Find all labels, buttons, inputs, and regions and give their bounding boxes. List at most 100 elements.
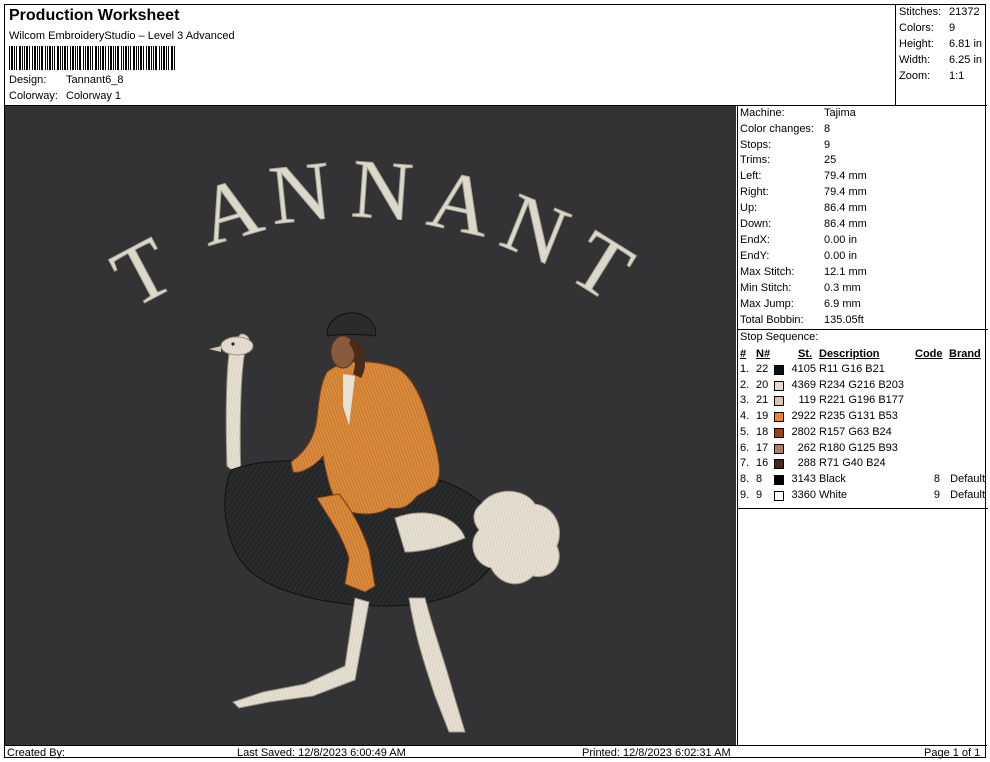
design-row: Design: Tannant6_8 — [9, 74, 124, 86]
info-row: Up: 86.4 mm — [740, 202, 867, 214]
summary-value: 21372 — [949, 6, 980, 18]
rider-hat — [326, 312, 377, 337]
stop-row: 7. 16 288 R71 G40 B24 — [738, 457, 988, 472]
color-swatch — [774, 365, 784, 375]
info-value: 86.4 mm — [824, 218, 867, 230]
stop-row: 2. 20 4369 R234 G216 B203 — [738, 379, 988, 394]
colorway-label: Colorway: — [9, 90, 58, 102]
stop-brand: Default — [950, 472, 985, 485]
info-row: Left: 79.4 mm — [740, 170, 867, 182]
summary-value: 6.81 in — [949, 38, 983, 50]
stop-stitches: 3360 — [791, 488, 816, 501]
info-row: EndY: 0.00 in — [740, 250, 857, 262]
colorway-value: Colorway 1 — [66, 90, 122, 102]
info-value: 25 — [824, 154, 837, 166]
info-value: 12.1 mm — [824, 266, 867, 278]
stop-num: 2. — [740, 378, 750, 391]
stop-row: 3. 21 119 R221 G196 B177 — [738, 394, 988, 409]
stop-num: 1. — [740, 363, 750, 375]
stop-num: 8. — [740, 472, 750, 485]
info-label: EndX: — [740, 234, 770, 246]
info-label: Stops: — [740, 139, 772, 151]
info-value: 79.4 mm — [824, 186, 867, 198]
info-label: Trims: — [740, 154, 771, 166]
stop-num: 7. — [740, 457, 750, 470]
stop-description: R235 G131 B53 — [819, 410, 898, 423]
summary-row: Width: 6.25 in — [899, 54, 982, 66]
summary-box: Stitches: 21372 Colors: 9 Height: 6.81 in W… — [895, 5, 987, 105]
design-text-letter: A — [421, 152, 500, 256]
info-row: Stops: 9 — [740, 139, 830, 151]
stop-needle: 19 — [756, 410, 769, 423]
stop-code: 9 — [933, 488, 940, 501]
info-label: EndY: — [740, 250, 770, 262]
info-row: Machine: Tajima — [740, 107, 856, 119]
info-value: 0.00 in — [824, 250, 858, 262]
info-value: 6.9 mm — [824, 298, 861, 310]
summary-label: Height: — [899, 38, 934, 50]
color-swatch — [774, 427, 784, 438]
stop-row: 6. 17 262 R180 G125 B93 — [738, 442, 988, 457]
colorway-row: Colorway: Colorway 1 — [9, 90, 121, 102]
stop-description: R71 G40 B24 — [819, 457, 886, 470]
info-value: 0.3 mm — [824, 282, 861, 294]
col-description: Description — [819, 348, 880, 360]
summary-value: 9 — [949, 22, 956, 34]
summary-value: 1:1 — [949, 70, 965, 82]
stop-description: R11 G16 B21 — [819, 363, 885, 375]
color-swatch — [774, 380, 784, 391]
stop-needle: 16 — [756, 457, 769, 470]
info-row: Total Bobbin: 135.05ft — [740, 314, 864, 326]
stop-brand: Default — [950, 488, 985, 501]
info-label: Left: — [740, 170, 762, 182]
info-label: Max Stitch: — [740, 266, 795, 278]
stop-stitches: 2802 — [791, 425, 816, 438]
ostrich-beak — [209, 346, 221, 352]
machine-info-panel: Machine: Tajima Color changes: 8 Stops: 9 T… — [737, 106, 988, 745]
info-row: Right: 79.4 mm — [740, 186, 867, 198]
stop-num: 3. — [740, 394, 750, 407]
design-text-letter: N — [490, 175, 581, 284]
col-brand: Brand — [949, 348, 981, 360]
info-value: Tajima — [824, 107, 856, 119]
stop-stitches: 4369 — [791, 378, 816, 391]
ostrich-leg-left — [232, 597, 370, 709]
summary-row: Height: 6.81 in — [899, 38, 982, 50]
barcode — [9, 46, 175, 70]
stop-needle: 18 — [756, 425, 769, 438]
info-label: Color changes: — [740, 123, 814, 135]
stop-description: R180 G125 B93 — [819, 441, 898, 454]
stop-stitches: 288 — [797, 457, 816, 470]
info-row: Color changes: 8 — [740, 123, 830, 135]
color-swatch — [774, 443, 784, 454]
info-row: Min Stitch: 0.3 mm — [740, 282, 861, 294]
summary-label: Stitches: — [899, 6, 942, 18]
stop-description: R157 G63 B24 — [819, 425, 892, 438]
info-label: Machine: — [740, 107, 785, 119]
divider — [738, 508, 988, 509]
summary-label: Colors: — [899, 22, 934, 34]
info-value: 8 — [824, 123, 831, 135]
stop-num: 5. — [740, 425, 750, 438]
page-number: Page 1 of 1 — [924, 747, 981, 759]
ostrich-neck — [225, 333, 250, 480]
stop-row: 1. 22 4105 R11 G16 B21 — [738, 363, 988, 378]
stop-stitches: 2922 — [791, 410, 816, 423]
info-label: Up: — [740, 202, 758, 214]
stop-stitches: 262 — [797, 441, 816, 454]
info-row: Max Jump: 6.9 mm — [740, 298, 861, 310]
col-n: N# — [756, 348, 771, 360]
stop-num: 4. — [740, 410, 750, 423]
color-swatch — [774, 396, 784, 407]
col-st: St. — [798, 348, 813, 360]
stop-description: R221 G196 B177 — [819, 394, 905, 407]
worksheet-frame: Production Worksheet Wilcom EmbroiderySt… — [4, 4, 988, 759]
info-value: 0.00 in — [824, 234, 858, 246]
info-label: Total Bobbin: — [740, 314, 804, 326]
info-label: Right: — [740, 186, 769, 198]
printed-date: Printed: 12/8/2023 6:02:31 AM — [582, 747, 731, 759]
info-label: Max Jump: — [740, 298, 794, 310]
summary-row: Zoom: 1:1 — [899, 70, 964, 82]
summary-label: Width: — [899, 54, 931, 66]
stop-row: 5. 18 2802 R157 G63 B24 — [738, 426, 988, 441]
